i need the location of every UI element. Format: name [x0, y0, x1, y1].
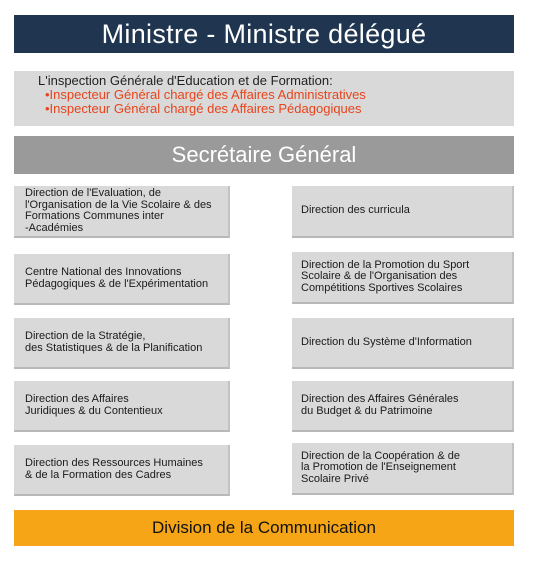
secretary-general-box: Secrétaire Général: [14, 136, 514, 174]
direction-label: Direction de la Stratégie, des Statistiq…: [25, 330, 203, 354]
direction-school-sport: Direction de la Promotion du Sport Scola…: [292, 252, 514, 304]
direction-legal-affairs: Direction des Affaires Juridiques & du C…: [14, 381, 230, 432]
direction-label: Centre National des Innovations Pédagogi…: [25, 266, 209, 290]
direction-label: Direction de l'Evaluation, de l'Organisa…: [25, 187, 212, 234]
direction-cooperation: Direction de la Coopération & de la Prom…: [292, 443, 514, 495]
direction-innovations: Centre National des Innovations Pédagogi…: [14, 254, 230, 305]
direction-evaluation: Direction de l'Evaluation, de l'Organisa…: [14, 186, 230, 238]
minister-label: Ministre - Ministre délégué: [101, 18, 427, 49]
communication-division-label: Division de la Communication: [152, 518, 376, 537]
direction-label: Direction des curricula: [301, 204, 410, 217]
communication-division-box: Division de la Communication: [14, 510, 514, 546]
direction-general-affairs: Direction des Affaires Générales du Budg…: [292, 381, 514, 432]
direction-strategy: Direction de la Stratégie, des Statistiq…: [14, 318, 230, 369]
inspection-box: L'inspection Générale d'Education et de …: [14, 71, 514, 126]
direction-information-system: Direction du Système d'Information: [292, 318, 514, 369]
direction-label: Direction de la Promotion du Sport Scola…: [301, 258, 470, 294]
inspection-heading: L'inspection Générale d'Education et de …: [38, 73, 333, 88]
direction-label: Direction de la Coopération & de la Prom…: [301, 449, 460, 485]
direction-label: Direction des Ressources Humaines & de l…: [25, 457, 203, 481]
direction-label: Direction des Affaires Générales du Budg…: [301, 393, 459, 417]
minister-box: Ministre - Ministre délégué: [14, 15, 514, 53]
direction-human-resources: Direction des Ressources Humaines & de l…: [14, 445, 230, 496]
direction-curricula: Direction des curricula: [292, 186, 514, 238]
direction-label: Direction des Affaires Juridiques & du C…: [25, 393, 163, 417]
direction-label: Direction du Système d'Information: [301, 335, 472, 348]
inspection-item-administrative: •Inspecteur Général chargé des Affaires …: [45, 87, 366, 102]
secretary-general-label: Secrétaire Général: [171, 142, 357, 167]
inspection-item-pedagogical: •Inspecteur Général chargé des Affaires …: [45, 101, 362, 116]
